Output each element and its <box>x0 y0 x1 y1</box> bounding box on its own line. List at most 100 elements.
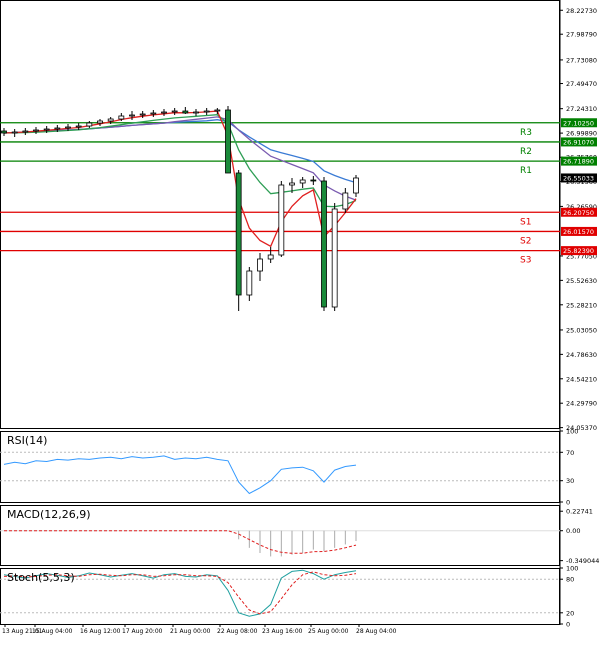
indicator-axis-tick-label: 70 <box>566 449 574 457</box>
candle-body <box>43 128 50 131</box>
candle <box>214 108 221 114</box>
candle <box>150 110 157 117</box>
price-axis-tick-label: 24.78630 <box>566 351 597 359</box>
level-label-r3: R3 <box>520 128 532 138</box>
price-axis-tick-label: 25.03050 <box>566 326 597 334</box>
level-price-label: 25.82390 <box>563 247 594 255</box>
candle-body <box>97 120 103 124</box>
candle <box>203 108 210 115</box>
candle-body <box>214 109 221 112</box>
candle-body <box>65 126 71 129</box>
indicator-axis-tick-label: 0 <box>566 621 570 629</box>
time-axis-label: 25 Aug 00:00 <box>308 628 349 635</box>
level-price-label: 26.71890 <box>563 158 594 166</box>
price-axis-tick-label: 25.28210 <box>566 301 597 309</box>
indicator-axis-tick-label: 30 <box>566 477 574 485</box>
candle-body <box>278 184 285 256</box>
level-price-label: 26.20750 <box>563 209 594 217</box>
candle-body <box>118 115 125 120</box>
candle-body <box>139 113 146 116</box>
candle-body <box>11 131 18 134</box>
time-axis-label: 16 Aug 12:00 <box>80 628 121 635</box>
time-axis-label: 17 Aug 20:00 <box>122 628 163 635</box>
level-label-s3: S3 <box>520 256 531 266</box>
price-axis-tick-label: 27.73080 <box>566 56 597 64</box>
price-axis-tick-label: 26.99890 <box>566 130 597 138</box>
indicator-axis-tick-label: 0.00 <box>566 527 580 535</box>
indicator-title: RSI(14) <box>7 434 47 447</box>
candle-body <box>225 109 231 174</box>
level-label-r2: R2 <box>520 147 532 157</box>
indicator-axis-tick-label: 0 <box>566 499 570 507</box>
candle <box>235 170 242 311</box>
candle-body <box>257 258 263 272</box>
candle <box>267 247 274 263</box>
candle <box>97 119 103 126</box>
level-price-label: 26.01570 <box>563 228 594 236</box>
candle-body <box>342 192 349 210</box>
candle <box>310 176 317 185</box>
candle <box>182 107 189 114</box>
candle-body <box>246 270 253 296</box>
level-price-label: 26.91070 <box>563 138 594 146</box>
candle <box>353 175 359 197</box>
indicator-axis-tick-label: 100 <box>566 428 578 436</box>
candle <box>33 127 39 134</box>
candle-body <box>22 130 29 133</box>
candle-body <box>86 122 93 127</box>
price-axis-tick-label: 27.49470 <box>566 80 597 88</box>
chart-canvas: 28.22730 27.98790 27.73080 27.49470 27.24310… <box>0 0 599 635</box>
level-label-s1: S1 <box>520 217 531 227</box>
candle-body <box>289 182 295 186</box>
candle-body <box>75 125 82 128</box>
candle-body <box>107 118 114 122</box>
candle <box>342 188 349 213</box>
candle-body <box>353 177 359 194</box>
candle-body <box>235 172 242 296</box>
price-axis-tick-label: 28.22730 <box>566 7 597 15</box>
candle-body <box>161 111 167 114</box>
candle-body <box>267 254 274 260</box>
candle-body <box>129 114 135 117</box>
candle <box>171 108 178 115</box>
candle <box>22 128 29 135</box>
candle <box>246 267 253 301</box>
candle-body <box>54 127 61 130</box>
candle <box>161 109 167 116</box>
candle <box>1 128 7 136</box>
candle-body <box>171 110 178 113</box>
candle-body <box>331 208 338 308</box>
candle-body <box>33 129 39 132</box>
stoch-panel <box>0 568 560 625</box>
candle <box>257 253 263 281</box>
candle <box>299 177 306 188</box>
indicator-axis-tick-label: 80 <box>566 576 574 584</box>
time-axis-label: 23 Aug 16:00 <box>262 628 303 635</box>
indicator-title: Stoch(5,5,3) <box>7 571 75 584</box>
candle-body <box>150 112 157 115</box>
indicator-title: MACD(12,26,9) <box>7 508 91 521</box>
candle-body <box>182 110 189 114</box>
level-label-r1: R1 <box>520 166 532 176</box>
candle-body <box>1 130 7 134</box>
candle <box>278 181 285 257</box>
price-axis-tick-label: 24.54210 <box>566 375 597 383</box>
candle-body <box>203 110 210 113</box>
time-axis-label: 21 Aug 00:00 <box>170 628 211 635</box>
candle <box>321 177 327 311</box>
level-label-s2: S2 <box>520 236 531 246</box>
macd-signal-line <box>4 530 357 554</box>
indicator-axis-tick-label: 20 <box>566 609 574 617</box>
level-price-label: 27.10250 <box>563 119 594 127</box>
candle-body <box>321 180 327 308</box>
current-price-label: 26.55033 <box>563 174 594 182</box>
time-axis-label: 28 Aug 04:00 <box>356 628 397 635</box>
candle-body <box>310 179 317 182</box>
price-axis-tick-label: 25.52630 <box>566 277 597 285</box>
price-axis-tick-label: 27.24310 <box>566 105 597 113</box>
candle <box>86 121 93 128</box>
forex-chart: 28.22730 27.98790 27.73080 27.49470 27.24310… <box>0 0 600 641</box>
indicator-axis-tick-label: 0.22741 <box>566 508 593 516</box>
candle <box>11 129 18 137</box>
time-axis-label: 22 Aug 08:00 <box>217 628 258 635</box>
